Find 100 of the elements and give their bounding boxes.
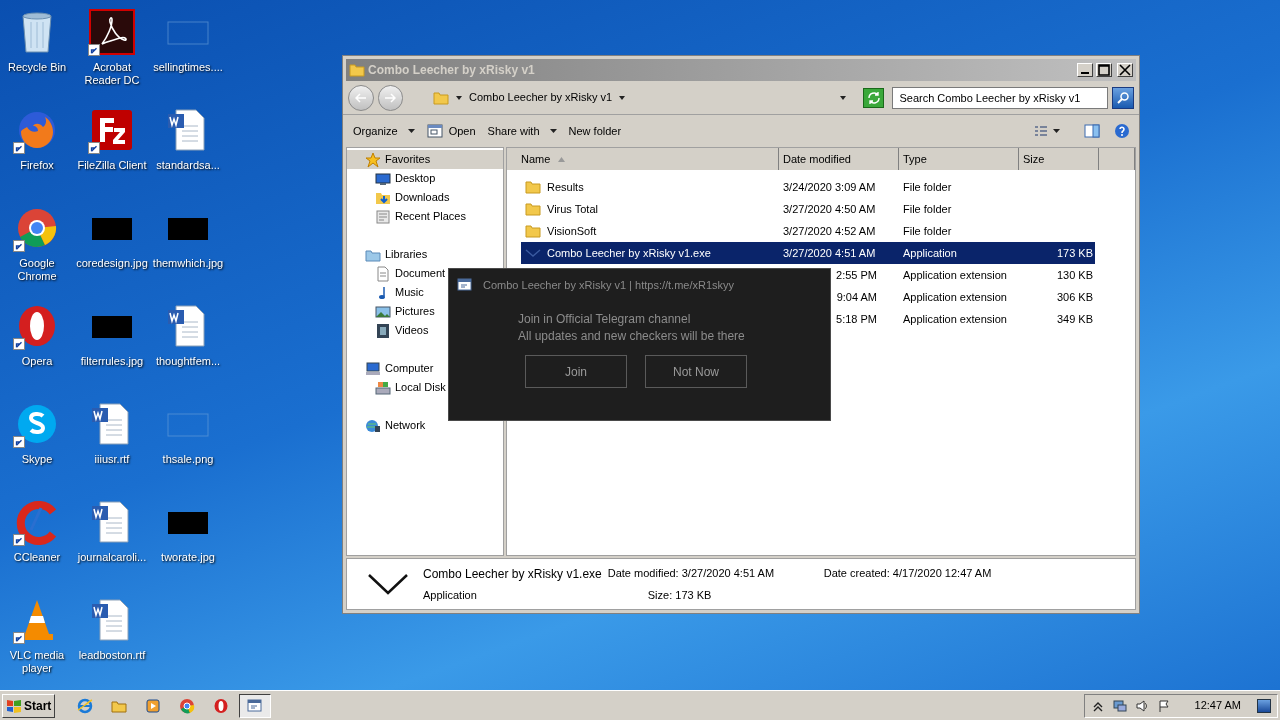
sidebar-item[interactable]: Music [347, 283, 426, 302]
forward-arrow-icon [384, 91, 397, 104]
desktop-icon-label[interactable]: Skype [0, 453, 74, 466]
minimize-button[interactable] [1077, 63, 1093, 77]
refresh-icon [867, 91, 880, 104]
sidebar-item[interactable]: Document [347, 264, 448, 283]
column-header[interactable]: Type [899, 148, 1019, 170]
sidebar-item[interactable]: Libraries [347, 245, 430, 264]
caret-icon [1053, 129, 1060, 133]
flag-icon[interactable] [1156, 698, 1171, 713]
desktop-icon-label[interactable]: leadboston.rtf [75, 649, 149, 662]
desktop-icon-label[interactable]: thoughtfem... [151, 355, 225, 368]
dialog-button[interactable]: Not Now [645, 355, 747, 388]
desktop-icon-label[interactable]: standardsa... [151, 159, 225, 172]
desktop-icon-label[interactable]: VLC media player [0, 649, 74, 675]
table-cell: 3/27/2020 4:51 AM [783, 246, 876, 259]
column-header[interactable]: Size [1019, 148, 1099, 170]
forward-button[interactable] [377, 84, 404, 111]
speaker-icon[interactable] [1134, 698, 1149, 713]
show-desktop-button[interactable] [1257, 698, 1271, 713]
desktop-icon-label[interactable]: iiiusr.rtf [75, 453, 149, 466]
table-cell-text: 2:55 PM [836, 267, 877, 283]
sidebar-item[interactable]: Computer [347, 359, 436, 378]
sidebar-item[interactable]: Network [347, 416, 428, 435]
sidebar-item[interactable]: Local Disk [347, 378, 448, 397]
desktop-icon-label[interactable]: thsale.png [151, 453, 225, 466]
desktop-icon-label[interactable]: themwhich.jpg [151, 257, 225, 270]
file-name[interactable]: Results [547, 178, 584, 196]
desktop-icon-label[interactable]: CCleaner [0, 551, 74, 564]
sidebar-item[interactable]: Favorites [347, 150, 503, 169]
clock[interactable]: 12:47 AM [1194, 697, 1241, 714]
maximize-button[interactable] [1096, 63, 1112, 77]
document-list-icon [375, 208, 391, 225]
list-view-icon [1035, 126, 1047, 136]
table-cell-text: 173 KB [1056, 245, 1093, 261]
window-icon [426, 123, 443, 139]
pdf-icon[interactable] [88, 8, 136, 56]
toolbar-button[interactable]: Open [422, 119, 480, 143]
message-text: All updates and new checkers will be there [518, 328, 746, 345]
search-field[interactable]: Search Combo Leecher by xRisky v1 [892, 86, 1109, 109]
column-header[interactable]: Date modified [779, 148, 899, 170]
table-cell-text: 9:04 AM [836, 289, 877, 305]
sidebar-item[interactable]: Desktop [347, 169, 438, 188]
sidebar-item[interactable]: Videos [347, 321, 431, 340]
sidebar-item[interactable]: Pictures [347, 302, 437, 321]
desktop-icon-label[interactable]: Acrobat Reader DC [75, 61, 149, 87]
refresh-button[interactable] [862, 87, 885, 108]
picture-icon [375, 303, 391, 320]
table-cell: File folder [903, 202, 952, 215]
taskbar-button[interactable] [239, 693, 272, 718]
browser-e-icon [77, 697, 94, 714]
search-button[interactable] [1112, 86, 1134, 109]
desktop-icon-label[interactable]: Google Chrome [0, 257, 74, 283]
toolbar-button[interactable]: Share with [483, 119, 561, 143]
message-text: Join in Official Telegram channel [518, 311, 692, 328]
desktop-icon-label[interactable]: journalcaroli... [75, 551, 149, 564]
window-icon [457, 277, 473, 293]
desktop-icon-label[interactable]: Firefox [0, 159, 74, 172]
file-name[interactable]: Virus Total [547, 200, 598, 218]
desktop-icon-label[interactable]: Opera [0, 355, 74, 368]
close-button[interactable] [1117, 63, 1133, 77]
breadcrumb-item[interactable]: Combo Leecher by xRisky v1 [469, 89, 613, 106]
chevron-icon [525, 249, 541, 257]
table-cell: File folder [903, 224, 952, 237]
detail-text: Size: 173 KB [646, 587, 713, 603]
caret-icon [549, 129, 557, 133]
table-cell-text: 306 KB [1056, 289, 1093, 305]
file-row[interactable]: Combo Leecher by xRisky v1.exe 3/27/2020 4:51 AM Application 173 KB [521, 242, 1095, 264]
table-cell: 3/24/2020 3:09 AM [783, 180, 876, 193]
toolbar-button[interactable]: Organize [349, 119, 419, 143]
globe-icon [365, 417, 381, 434]
table-cell: File folder [903, 180, 952, 193]
table-cell: Application extension [903, 290, 1007, 303]
file-name[interactable]: Combo Leecher by xRisky v1.exe [547, 244, 711, 262]
column-header[interactable]: Name [507, 148, 779, 170]
desktop-icon-label[interactable]: filterrules.jpg [75, 355, 149, 368]
search-icon [1117, 91, 1130, 104]
start-button[interactable]: Start [2, 693, 56, 718]
file-name: Combo Leecher by xRisky v1.exe [423, 565, 602, 583]
windows-flag-icon [6, 697, 22, 714]
toolbar-button[interactable]: New folder [564, 119, 626, 143]
computer-icon [365, 360, 381, 377]
desktop-icon-label[interactable]: sellingtimes.... [151, 61, 225, 74]
caret-icon [407, 129, 415, 133]
desktop-icon-label[interactable]: tworate.jpg [151, 551, 225, 564]
disk-icon [375, 379, 391, 396]
network-icon[interactable] [1112, 698, 1127, 713]
help-icon [1114, 123, 1130, 139]
dialog-button[interactable]: Join [525, 355, 627, 388]
back-button[interactable] [348, 84, 374, 111]
detail-text: Date modified: 3/27/2020 4:51 AM [607, 565, 776, 581]
table-cell-text: 130 KB [1056, 267, 1093, 283]
sidebar-item[interactable]: Recent Places [347, 207, 468, 226]
sidebar-item[interactable]: Downloads [347, 188, 452, 207]
file-name[interactable]: VisionSoft [547, 222, 597, 240]
desktop-icon-label[interactable]: FileZilla Client [75, 159, 149, 172]
folder-icon [525, 223, 541, 239]
caret-icon [618, 93, 627, 102]
desktop-icon-label[interactable]: Recycle Bin [0, 61, 74, 74]
desktop-icon-label[interactable]: coredesign.jpg [75, 257, 149, 270]
